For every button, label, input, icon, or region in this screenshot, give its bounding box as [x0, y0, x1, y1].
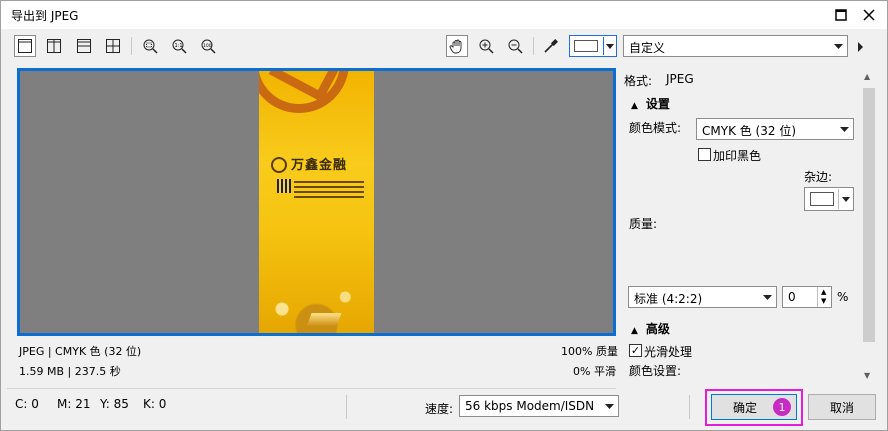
preview-pane[interactable]: 万鑫金融 [17, 68, 616, 336]
preview-image: 万鑫金融 [259, 71, 374, 333]
percent-label: % [837, 290, 849, 304]
zoom-in-icon[interactable] [475, 35, 497, 57]
divider [7, 388, 616, 389]
overprint-black-checkbox[interactable] [698, 148, 711, 161]
status-separator [346, 395, 347, 419]
magenta-value: M: 21 [57, 397, 91, 411]
settings-section-header[interactable]: ▲ 设置 [631, 95, 670, 112]
brand-logo-icon [271, 157, 287, 173]
svg-text:1:1: 1:1 [175, 43, 183, 49]
zoom-1to1-icon[interactable]: 1:1 [168, 35, 190, 57]
black-value: K: 0 [143, 397, 167, 411]
title-bar: 导出到 JPEG [1, 1, 887, 29]
speed-label: 速度: [425, 402, 454, 416]
chevron-down-icon[interactable]: ▼ [821, 297, 826, 305]
maximize-icon[interactable] [831, 5, 851, 25]
smoothing-info: 0% 平滑 [573, 365, 616, 378]
toolbar-separator [533, 37, 534, 55]
single-view-icon[interactable] [14, 35, 36, 57]
chevron-up-icon[interactable]: ▲ [821, 288, 826, 296]
smoothing-label: 光滑处理 [644, 345, 693, 359]
hand-pan-icon[interactable] [446, 35, 468, 57]
preset-value: 自定义 [629, 41, 666, 55]
poster-info-lines [294, 181, 364, 201]
matte-color-picker[interactable] [804, 187, 854, 211]
settings-scrollbar[interactable]: ▲ ▼ [861, 68, 877, 384]
brand-name: 万鑫金融 [291, 158, 348, 173]
speed-value: 56 kbps Modem/ISDN [465, 399, 595, 413]
gold-bars [306, 313, 342, 327]
subsampling-dropdown[interactable]: 标准 (4:2:2) [628, 286, 777, 308]
qr-code [277, 179, 291, 193]
window-title: 导出到 JPEG [11, 9, 79, 23]
speed-dropdown[interactable]: 56 kbps Modem/ISDN [459, 395, 619, 417]
split-vertical-icon[interactable] [43, 35, 65, 57]
format-label: 格式: [624, 74, 653, 88]
smoothing-checkbox[interactable]: ✓ [629, 344, 642, 357]
export-dialog: 导出到 JPEG 1:1 100 自定义 万鑫金融 JPEG | CMYK 色 … [0, 0, 888, 431]
matte-label: 杂边: [804, 170, 833, 184]
chevron-down-icon [763, 291, 772, 306]
chevron-down-icon [605, 400, 614, 415]
subsampling-value: 标准 (4:2:2) [634, 292, 703, 306]
chevron-down-icon[interactable] [603, 37, 616, 55]
advanced-section-title: 高级 [645, 322, 670, 336]
file-size-info: 1.59 MB | 237.5 秒 [19, 365, 121, 378]
quad-view-icon[interactable] [102, 35, 124, 57]
zoom-fit-icon[interactable] [139, 35, 161, 57]
color-mode-label: 颜色模式: [629, 121, 682, 135]
preset-dropdown[interactable]: 自定义 [623, 35, 848, 57]
color-settings-label: 颜色设置: [629, 364, 682, 378]
quality-label: 质量: [629, 217, 658, 231]
color-mode-value: CMYK 色 (32 位) [702, 124, 797, 138]
chevron-down-icon[interactable] [838, 189, 853, 209]
zoom-100-icon[interactable]: 100 [197, 35, 219, 57]
advanced-section-header[interactable]: ▲ 高级 [631, 320, 670, 337]
toolbar-separator [131, 37, 132, 55]
background-color-picker[interactable] [569, 35, 617, 57]
svg-text:100: 100 [203, 43, 212, 49]
file-format-info: JPEG | CMYK 色 (32 位) [19, 345, 142, 358]
scrollbar-thumb[interactable] [863, 88, 875, 342]
scroll-down-icon[interactable]: ▼ [864, 371, 870, 380]
quality-stepper[interactable]: 0 ▲ ▼ [782, 286, 832, 308]
yellow-value: Y: 85 [100, 397, 129, 411]
close-icon[interactable] [859, 5, 879, 25]
overprint-black-label: 加印黑色 [713, 149, 762, 163]
stepper-buttons[interactable]: ▲ ▼ [817, 287, 831, 307]
color-mode-dropdown[interactable]: CMYK 色 (32 位) [696, 118, 854, 140]
step-badge: 1 [773, 398, 791, 416]
chevron-down-icon [840, 123, 849, 138]
status-separator [689, 395, 690, 419]
quality-info: 100% 质量 [561, 345, 618, 358]
eyedropper-icon[interactable] [540, 35, 562, 57]
cancel-button[interactable]: 取消 [808, 394, 876, 420]
scroll-up-icon[interactable]: ▲ [864, 72, 870, 81]
split-horizontal-icon[interactable] [73, 35, 95, 57]
zoom-out-icon[interactable] [504, 35, 526, 57]
collapse-triangle-icon: ▲ [631, 101, 638, 111]
chevron-down-icon [834, 40, 843, 55]
format-value: JPEG [666, 72, 694, 86]
color-swatch [810, 192, 834, 206]
settings-section-title: 设置 [645, 97, 670, 111]
collapse-triangle-icon: ▲ [631, 326, 638, 336]
color-swatch [574, 40, 598, 52]
cyan-value: C: 0 [15, 397, 39, 411]
quality-value: 0 [788, 290, 796, 304]
chevron-right-icon[interactable] [857, 41, 865, 55]
cancel-button-label: 取消 [829, 400, 854, 415]
